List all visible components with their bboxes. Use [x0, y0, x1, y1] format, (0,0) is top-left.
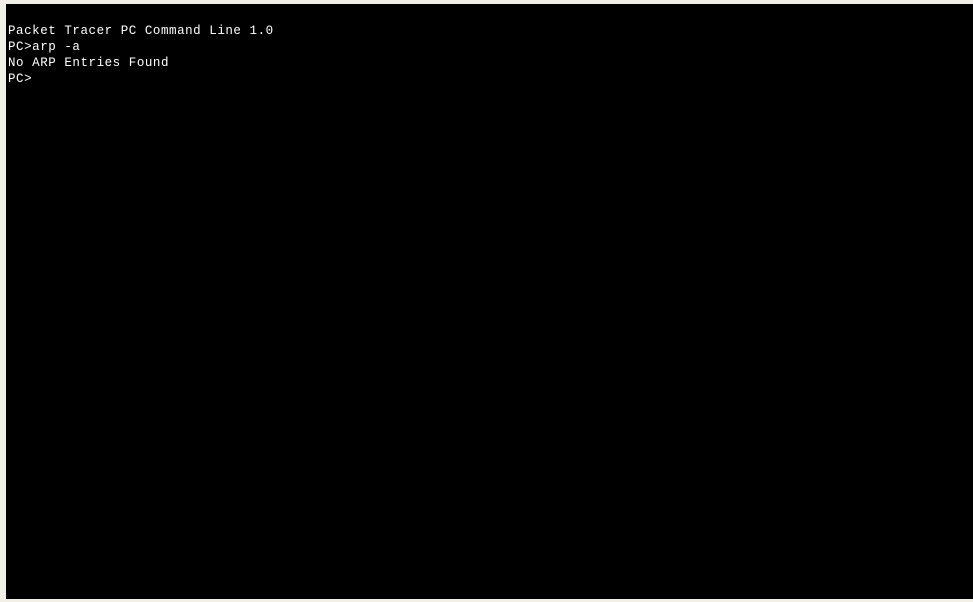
packet-tracer-command-line-window: Packet Tracer PC Command Line 1.0 PC>arp… [0, 0, 973, 602]
terminal-prompt-line[interactable]: PC> [8, 71, 973, 87]
terminal-line-banner: Packet Tracer PC Command Line 1.0 [8, 24, 274, 38]
terminal-output-area: Packet Tracer PC Command Line 1.0 PC>arp… [8, 23, 973, 87]
terminal-screen[interactable]: Packet Tracer PC Command Line 1.0 PC>arp… [6, 4, 973, 599]
terminal-line-command: PC>arp -a [8, 40, 81, 54]
terminal-line-output: No ARP Entries Found [8, 56, 170, 70]
